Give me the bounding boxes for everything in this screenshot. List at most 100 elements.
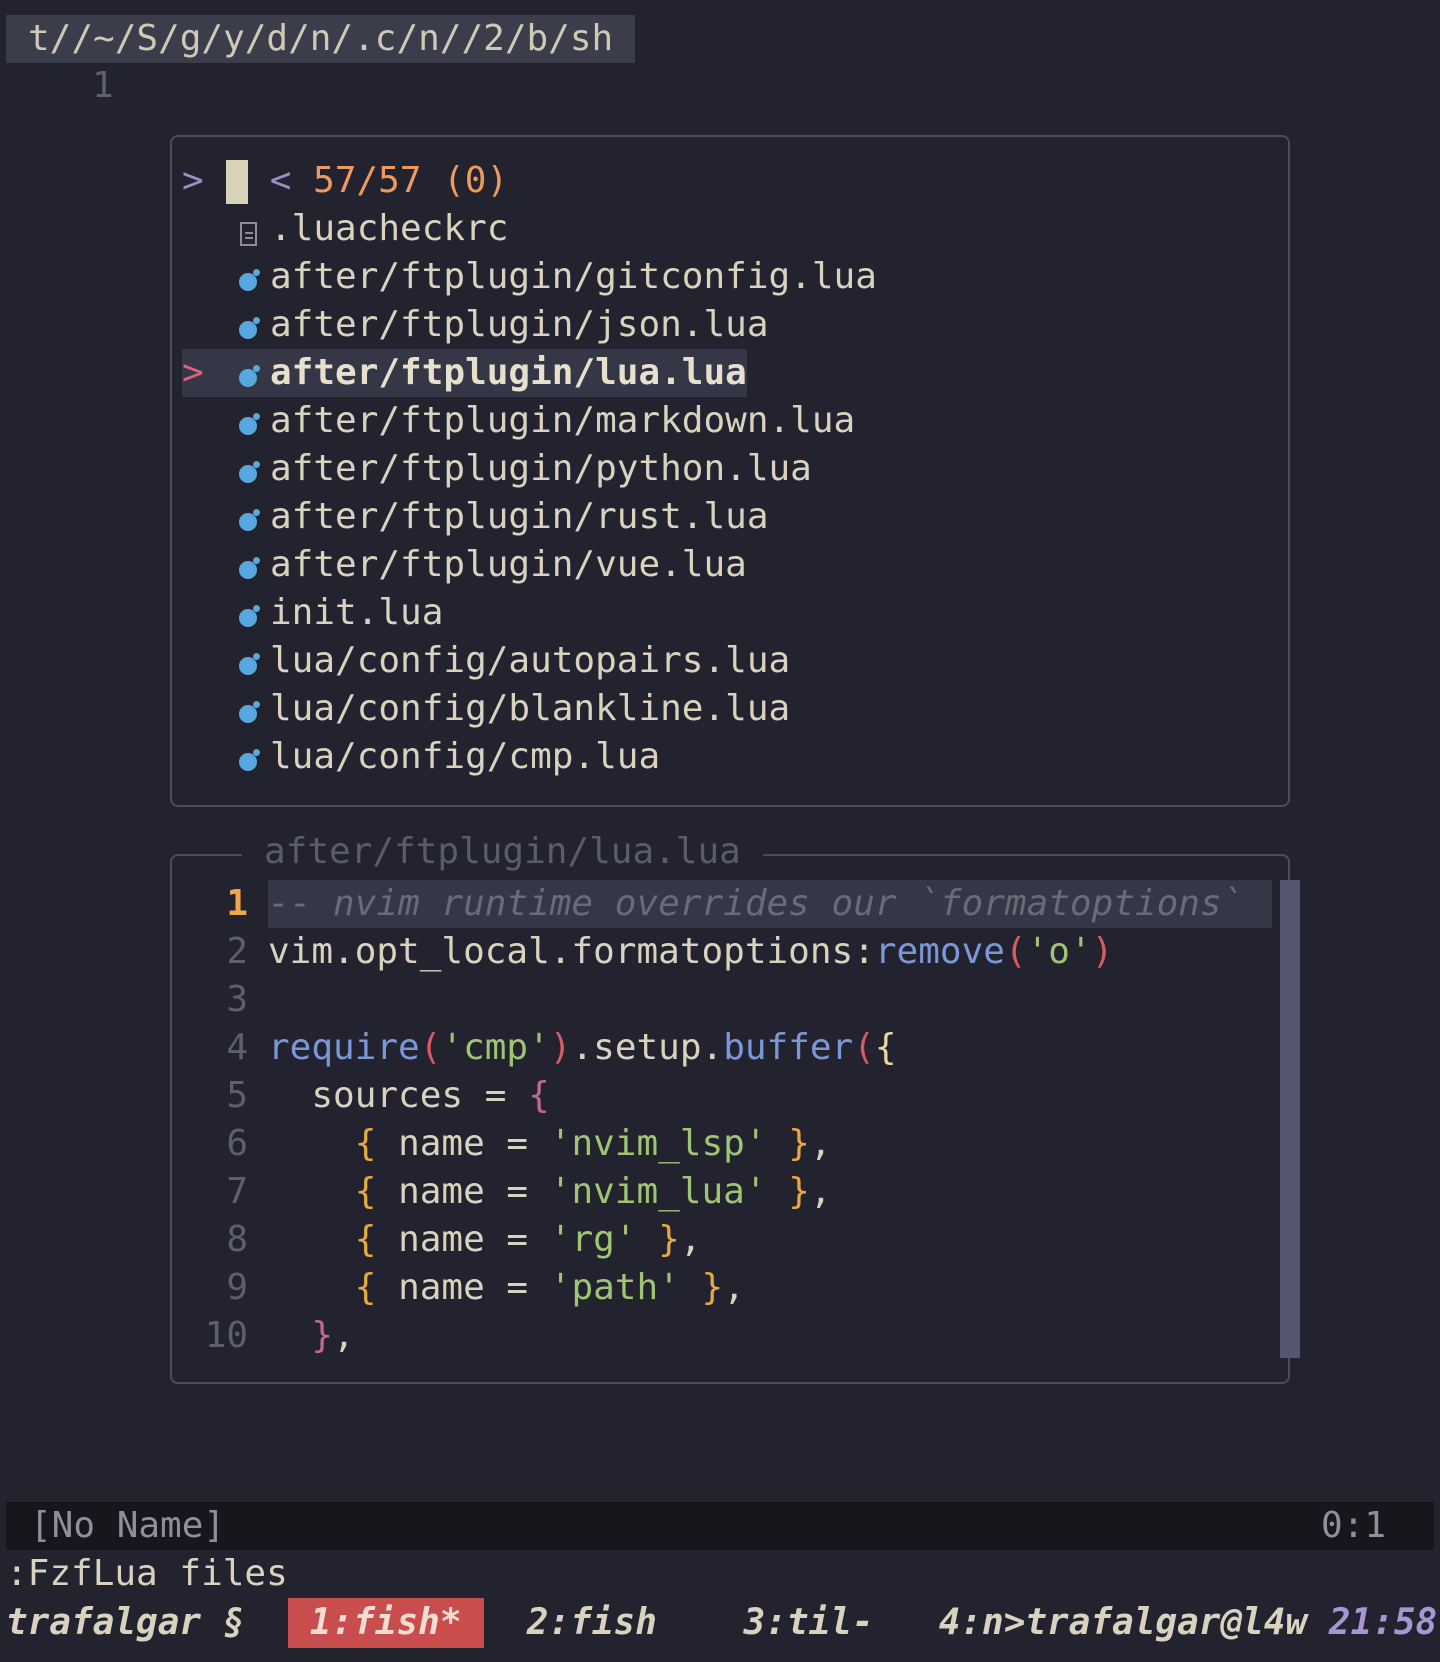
tmux-window-2[interactable]: 2:fish bbox=[527, 1598, 657, 1648]
line-number: 6 bbox=[226, 1123, 248, 1164]
code-token: { bbox=[528, 1075, 550, 1116]
file-item-selected[interactable]: > after/ftplugin/lua.lua bbox=[182, 349, 1282, 397]
code-line: 10 }, bbox=[172, 1312, 1284, 1360]
code-line: 7 { name = 'nvim_lua' }, bbox=[172, 1168, 1284, 1216]
line-number: 9 bbox=[226, 1267, 248, 1308]
line-number: 5 bbox=[226, 1075, 248, 1116]
file-item[interactable]: init.lua bbox=[182, 589, 1282, 637]
preview-code[interactable]: 1 -- nvim runtime overrides our `formatop… bbox=[172, 880, 1284, 1360]
code-token: name = bbox=[376, 1123, 550, 1164]
file-item[interactable]: lua/config/cmp.lua bbox=[182, 733, 1282, 781]
code-token: vim.opt_local.formatoptions: bbox=[268, 931, 875, 972]
file-item[interactable]: lua/config/autopairs.lua bbox=[182, 637, 1282, 685]
file-name: after/ftplugin/python.lua bbox=[270, 448, 812, 489]
code-line: 3 bbox=[172, 976, 1284, 1024]
line-number: 3 bbox=[226, 979, 248, 1020]
match-count: 57/57 (0) bbox=[313, 160, 509, 201]
count-prefix: < bbox=[269, 160, 292, 201]
file-item[interactable]: lua/config/blankline.lua bbox=[182, 685, 1282, 733]
code-token: ( bbox=[1004, 931, 1027, 972]
code-token: require bbox=[268, 1027, 420, 1068]
preview-scrollbar[interactable] bbox=[1280, 880, 1300, 1358]
file-item[interactable]: after/ftplugin/gitconfig.lua bbox=[182, 253, 1282, 301]
file-item[interactable]: after/ftplugin/rust.lua bbox=[182, 493, 1282, 541]
file-name: .luacheckrc bbox=[270, 208, 509, 249]
code-token: sources = bbox=[268, 1075, 529, 1116]
code-token: , bbox=[809, 1171, 832, 1212]
selection-marker-icon: > bbox=[182, 352, 204, 393]
file-name: after/ftplugin/markdown.lua bbox=[270, 400, 856, 441]
code-token: , bbox=[679, 1219, 702, 1260]
command-line[interactable]: :FzfLua files bbox=[6, 1550, 288, 1598]
buffer-line-number: 1 bbox=[92, 65, 114, 106]
lua-file-icon bbox=[239, 413, 260, 435]
code-token: 'rg' bbox=[549, 1219, 637, 1260]
code-token: 'o' bbox=[1026, 931, 1092, 972]
tabline-path[interactable]: t//~/S/g/y/d/n/.c/n//2/b/sh bbox=[6, 15, 636, 63]
code-line: 9 { name = 'path' }, bbox=[172, 1264, 1284, 1312]
fzf-prompt[interactable]: > < 57/57 (0) bbox=[182, 157, 508, 205]
prompt-chevron-icon: > bbox=[182, 160, 204, 201]
file-name: init.lua bbox=[270, 592, 444, 633]
code-token: , bbox=[333, 1315, 355, 1356]
code-line: 6 { name = 'nvim_lsp' }, bbox=[172, 1120, 1284, 1168]
code-token: { bbox=[874, 1027, 897, 1068]
code-token: { bbox=[354, 1171, 377, 1212]
cursor-position: 0:1 bbox=[1320, 1505, 1386, 1546]
code-token: ) bbox=[549, 1027, 572, 1068]
line-number: 4 bbox=[226, 1027, 248, 1068]
code-token: ( bbox=[853, 1027, 875, 1068]
file-item[interactable]: .luacheckrc bbox=[182, 205, 1282, 253]
lua-file-icon bbox=[239, 653, 260, 675]
tmux-window-4[interactable]: 4:n>trafalgar@l4w bbox=[939, 1598, 1307, 1648]
code-token: name = bbox=[376, 1267, 550, 1308]
code-line: 8 { name = 'rg' }, bbox=[172, 1216, 1284, 1264]
file-name: lua/config/blankline.lua bbox=[270, 688, 791, 729]
file-item[interactable]: after/ftplugin/vue.lua bbox=[182, 541, 1282, 589]
file-name: lua/config/autopairs.lua bbox=[270, 640, 791, 681]
line-number: 8 bbox=[226, 1219, 248, 1260]
lua-file-icon bbox=[239, 461, 260, 483]
file-item[interactable]: after/ftplugin/json.lua bbox=[182, 301, 1282, 349]
file-item[interactable]: after/ftplugin/python.lua bbox=[182, 445, 1282, 493]
tmux-window-3[interactable]: 3:til- bbox=[744, 1598, 874, 1648]
code-line: 5 sources = { bbox=[172, 1072, 1284, 1120]
code-line: 1 -- nvim runtime overrides our `formatop… bbox=[172, 880, 1284, 928]
code-token: 'nvim_lua' bbox=[549, 1171, 767, 1212]
lua-file-icon bbox=[239, 365, 260, 387]
line-number: 2 bbox=[226, 931, 248, 972]
document-icon bbox=[239, 222, 257, 246]
file-item[interactable]: after/ftplugin/markdown.lua bbox=[182, 397, 1282, 445]
tmux-session: trafalgar § bbox=[6, 1602, 245, 1643]
lua-file-icon bbox=[239, 317, 260, 339]
lua-file-icon bbox=[239, 701, 260, 723]
code-token: } bbox=[679, 1267, 724, 1308]
code-comment: -- nvim runtime overrides our `formatopt… bbox=[268, 883, 1244, 924]
preview-title: after/ftplugin/lua.lua bbox=[242, 828, 763, 876]
lua-file-icon bbox=[239, 749, 260, 771]
fzf-file-list-panel: > < 57/57 (0) .luacheckrc after/ftplugin/… bbox=[170, 135, 1290, 807]
file-name: after/ftplugin/json.lua bbox=[270, 304, 769, 345]
file-name: after/ftplugin/lua.lua bbox=[270, 352, 747, 393]
code-token: , bbox=[723, 1267, 745, 1308]
code-line: 4 require('cmp').setup.buffer({ bbox=[172, 1024, 1284, 1072]
tmux-clock: 21:58 bbox=[1328, 1602, 1438, 1643]
code-token: 'cmp' bbox=[441, 1027, 550, 1068]
file-name: after/ftplugin/rust.lua bbox=[270, 496, 769, 537]
line-number: 10 bbox=[204, 1315, 248, 1356]
statusline: [No Name] 0:1 bbox=[6, 1502, 1434, 1550]
code-token: ) bbox=[1091, 931, 1114, 972]
fzf-preview-panel: after/ftplugin/lua.lua 1 -- nvim runtime … bbox=[170, 828, 1300, 1384]
lua-file-icon bbox=[239, 509, 260, 531]
file-list: .luacheckrc after/ftplugin/gitconfig.lua… bbox=[182, 205, 1282, 781]
file-name: after/ftplugin/gitconfig.lua bbox=[270, 256, 877, 297]
tmux-window-1[interactable]: 1:fish* bbox=[287, 1598, 484, 1648]
code-token: } bbox=[766, 1123, 810, 1164]
code-token: } bbox=[311, 1315, 334, 1356]
code-token: { bbox=[354, 1219, 377, 1260]
buffer-name: [No Name] bbox=[30, 1505, 226, 1546]
